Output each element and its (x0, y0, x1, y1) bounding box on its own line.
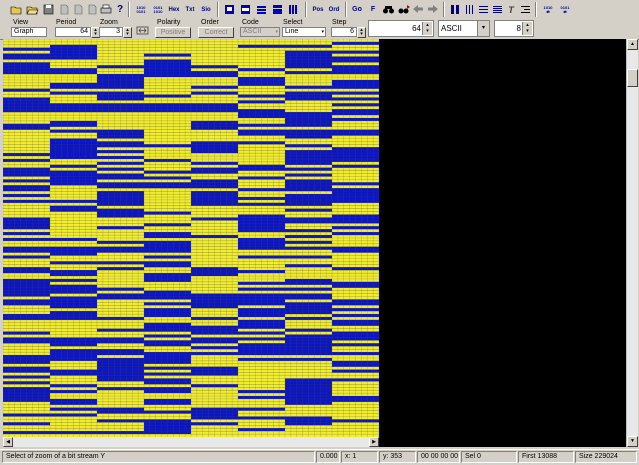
code-label: Code (242, 19, 259, 26)
columns-spinner[interactable]: ▴ ▾ (522, 22, 532, 35)
view-mode-1-icon[interactable] (221, 2, 237, 17)
status-first: First 13088 (518, 451, 574, 463)
status-y: y: 353 (379, 451, 416, 463)
fit-zoom-icon[interactable] (135, 24, 149, 37)
status-size: Size 229024 (575, 451, 637, 463)
view-mode-3-icon[interactable] (253, 2, 269, 17)
step-input[interactable]: 6 (331, 27, 357, 37)
main-toolbar: ? 1010 0101 0101 1010 Hex Txt Sio Pos Ord … (0, 0, 639, 20)
settings-bar: View Graph Period 64 ▴ ▾ Zoom 3 ▴ ▾ Polari… (0, 19, 639, 40)
binary-view-icon[interactable]: 0101 1010 (150, 2, 166, 17)
columns-input[interactable]: 8 ▴ ▾ (494, 20, 534, 37)
scroll-up-button[interactable]: ▲ (627, 39, 638, 50)
hex-view-icon[interactable]: Hex (166, 2, 182, 17)
sio-view-icon[interactable]: Sio (198, 2, 214, 17)
select-label: Select (283, 19, 303, 26)
zoom-spinner[interactable]: ▴ ▾ (123, 27, 132, 38)
ord-icon[interactable]: Ord (326, 2, 342, 17)
order-button[interactable]: Correct (198, 27, 234, 38)
order-label: Order (201, 19, 219, 26)
code-select[interactable]: ASCII ▾ (240, 27, 280, 37)
period-label: Period (56, 19, 77, 26)
toolbar-separator (217, 2, 219, 17)
find-icon[interactable]: F (365, 2, 381, 17)
view-select[interactable]: Graph (11, 27, 47, 37)
toolbar-separator (128, 2, 130, 17)
status-selection: Sel 0 (461, 451, 517, 463)
swap-rl-icon[interactable]: 0101 ⇄ (557, 2, 573, 17)
pos-icon[interactable]: Pos (310, 2, 326, 17)
toolbar-separator (535, 2, 537, 17)
status-bar: Select of zoom of a bit stream Y 0.000 x… (0, 449, 639, 465)
scroll-down-button[interactable]: ▼ (627, 436, 638, 447)
status-bytes: 00 00 00 00 (417, 451, 460, 463)
scroll-left-button[interactable]: ◀ (3, 437, 13, 447)
toolbar-separator (443, 2, 445, 17)
scroll-right-button[interactable]: ▶ (369, 437, 379, 447)
toolbar-separator (345, 2, 347, 17)
encoding-select[interactable]: ASCII ▾ (438, 20, 490, 37)
status-x: x: 1 (341, 451, 378, 463)
scroll-thumb[interactable] (627, 69, 638, 87)
width-spinner[interactable]: ▴ ▾ (422, 22, 432, 35)
select-mode-select[interactable]: Line ▾ (282, 27, 326, 37)
polarity-label: Polarity (157, 19, 181, 26)
bit-stream-view[interactable] (3, 39, 626, 447)
open-folder-icon[interactable] (24, 2, 40, 17)
view-mode-2-icon[interactable] (237, 2, 253, 17)
open-icon[interactable] (8, 2, 24, 17)
status-hint: Select of zoom of a bit stream Y (2, 451, 315, 463)
help-icon[interactable]: ? (112, 2, 128, 17)
period-input[interactable]: 64 (55, 27, 91, 37)
width-input[interactable]: 64 ▴ ▾ (368, 20, 434, 37)
view-label: View (13, 19, 29, 26)
chevron-down-icon[interactable]: ▾ (477, 21, 489, 36)
step-label: Step (332, 19, 347, 26)
binoculars-icon[interactable] (380, 2, 396, 17)
horizontal-scrollbar[interactable]: ◀ ▶ (3, 437, 379, 447)
go-icon[interactable]: Go (349, 2, 365, 17)
vertical-scrollbar[interactable]: ▲ ▼ (626, 39, 638, 447)
step-spinner[interactable]: ▴ ▾ (357, 27, 366, 38)
save-icon[interactable] (40, 2, 56, 17)
view-mode-5-icon[interactable] (285, 2, 301, 17)
bit-grid[interactable] (3, 39, 379, 437)
text-view-icon[interactable]: Txt (182, 2, 198, 17)
align-right-icon[interactable] (517, 2, 533, 17)
back-icon[interactable] (410, 2, 426, 17)
status-value: 0.000 (316, 451, 340, 463)
polarity-button[interactable]: Positive (155, 27, 191, 38)
swap-lr-icon[interactable]: 1010 ⇄ (540, 2, 556, 17)
forward-icon[interactable] (425, 2, 441, 17)
toolbar-separator (305, 2, 307, 17)
bit-view-icon[interactable]: 1010 0101 (133, 2, 149, 17)
zoom-input[interactable]: 3 (99, 27, 123, 37)
find-next-icon[interactable] (395, 2, 411, 17)
zoom-label: Zoom (100, 19, 118, 26)
view-mode-4-icon[interactable] (269, 2, 285, 17)
